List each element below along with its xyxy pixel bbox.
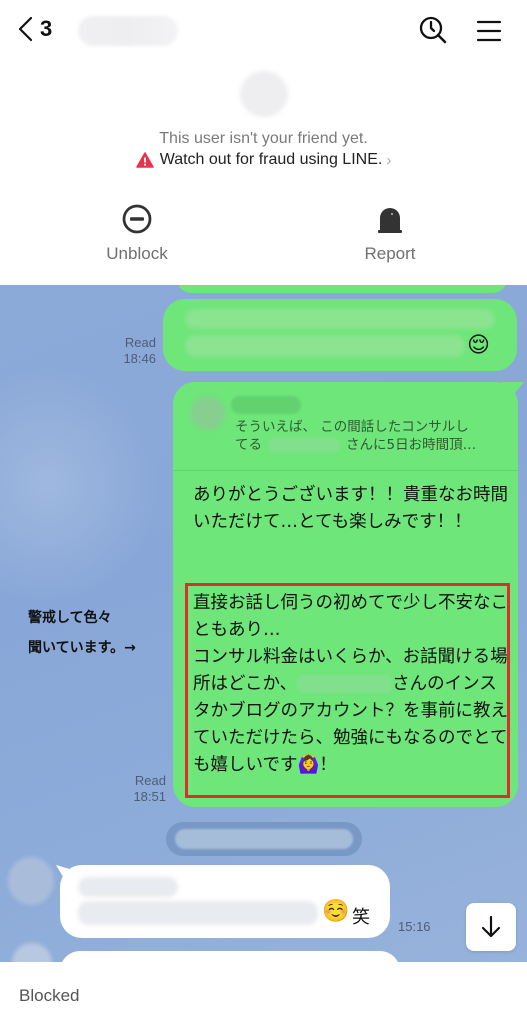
reply-text-part: てる bbox=[235, 437, 262, 453]
back-button[interactable]: 3 bbox=[16, 16, 52, 42]
redacted-text bbox=[78, 877, 178, 897]
relieved-face-emoji: 😌 bbox=[467, 333, 490, 358]
contact-name-redacted bbox=[78, 16, 178, 46]
read-label: Read bbox=[134, 773, 166, 788]
unblock-label: Unblock bbox=[106, 244, 168, 263]
input-bar-blocked: Blocked bbox=[0, 962, 527, 1024]
scroll-to-bottom-button[interactable] bbox=[466, 903, 516, 951]
unblock-button[interactable]: Unblock bbox=[77, 202, 197, 264]
top-bar: 3 bbox=[0, 10, 527, 50]
search-button[interactable] bbox=[416, 14, 450, 48]
message-text: ありがとうございます！！貴重なお時間いただけて…とても楽しみです！！ bbox=[193, 485, 508, 532]
message-time: 18:46 bbox=[123, 351, 156, 366]
reply-line: そういえば、 この間話したコンサルし bbox=[235, 419, 469, 435]
reply-divider bbox=[173, 470, 518, 471]
reply-line: てる さんに5日お時間頂… bbox=[235, 436, 505, 454]
warning-triangle-icon bbox=[135, 152, 154, 168]
bubble-tail bbox=[502, 382, 524, 398]
sent-message-bubble-partial[interactable] bbox=[177, 285, 507, 293]
received-message-bubble-partial[interactable] bbox=[60, 951, 400, 962]
chat-area[interactable]: Read 18:46 😌 警戒して色々 聞いています。→ Read 18:51 … bbox=[0, 285, 527, 962]
redacted-text bbox=[185, 335, 465, 357]
sender-avatar-redacted[interactable] bbox=[12, 943, 52, 962]
date-separator-redacted bbox=[166, 822, 362, 856]
not-friend-notice: This user isn't your friend yet. bbox=[159, 130, 368, 147]
redacted-name bbox=[297, 675, 393, 693]
highlighted-message-text: 直接お話し伺うの初めてで少し不安なこともあり… コンサル料金はいくらか、お話聞け… bbox=[193, 590, 511, 779]
highlight-text-part: ！ bbox=[319, 755, 337, 775]
message-time: 15:16 bbox=[398, 919, 431, 934]
hamburger-menu-icon bbox=[476, 20, 502, 42]
fraud-warning-text: Watch out for fraud using LINE. bbox=[159, 151, 383, 168]
redacted-name bbox=[268, 438, 340, 452]
ok-gesture-emoji: 🙆‍♀️ bbox=[297, 755, 320, 775]
annotation-line: 警戒して色々 bbox=[28, 610, 112, 626]
sent-message-bubble-main[interactable]: そういえば、 この間話したコンサルし てる さんに5日お時間頂… ありがとうござい… bbox=[173, 382, 524, 807]
smiling-face-emoji: ☺️ bbox=[322, 899, 350, 924]
reply-name-redacted bbox=[231, 396, 301, 414]
laugh-text: 笑 bbox=[352, 907, 370, 928]
report-label: Report bbox=[364, 244, 416, 263]
fraud-warning-link[interactable]: Watch out for fraud using LINE. › bbox=[0, 151, 527, 169]
siren-icon bbox=[378, 208, 402, 233]
redacted-text bbox=[78, 901, 318, 925]
read-label: Read bbox=[124, 335, 156, 350]
reply-avatar-redacted bbox=[191, 396, 225, 430]
annotation-note: 警戒して色々 聞いています。→ bbox=[28, 603, 136, 663]
menu-button[interactable] bbox=[472, 14, 506, 48]
chevron-left-icon bbox=[18, 16, 33, 42]
reply-preview[interactable]: そういえば、 この間話したコンサルし てる さんに5日お時間頂… bbox=[235, 418, 505, 454]
chevron-right-icon: › bbox=[386, 151, 392, 169]
arrow-down-icon bbox=[481, 915, 501, 938]
minus-circle-icon bbox=[122, 204, 152, 234]
read-receipt: Read 18:51 bbox=[124, 773, 166, 805]
redacted-text bbox=[185, 309, 495, 329]
bubble-tail bbox=[56, 865, 72, 881]
received-message-bubble[interactable]: ☺️ 笑 bbox=[56, 865, 390, 938]
message-time: 18:51 bbox=[133, 789, 166, 804]
report-button[interactable]: Report bbox=[330, 202, 450, 264]
blocked-status: Blocked bbox=[19, 986, 80, 1005]
search-history-icon bbox=[419, 16, 447, 44]
unread-count: 3 bbox=[40, 16, 53, 41]
contact-avatar-redacted bbox=[240, 71, 288, 117]
chat-header: 3 This user isn't your friend yet. Watch… bbox=[0, 0, 527, 285]
annotation-line: 聞いています。→ bbox=[28, 640, 136, 656]
redacted-date bbox=[175, 829, 353, 849]
read-receipt: Read 18:46 bbox=[112, 335, 156, 367]
reply-text-part: さんに5日お時間頂… bbox=[346, 437, 477, 453]
sender-avatar-redacted[interactable] bbox=[8, 857, 54, 905]
sent-message-bubble[interactable]: 😌 bbox=[163, 299, 517, 371]
